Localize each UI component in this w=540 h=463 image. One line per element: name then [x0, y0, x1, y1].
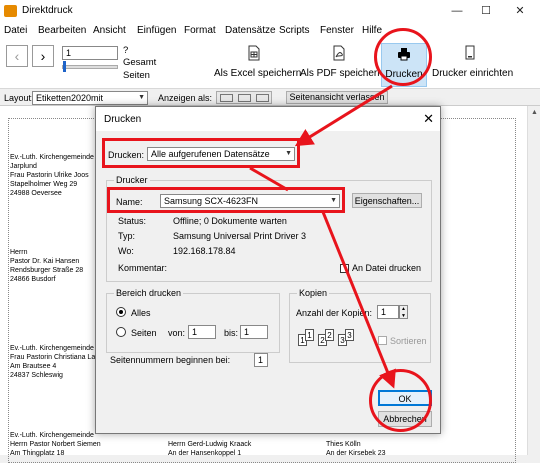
menu-hilfe[interactable]: Hilfe	[362, 25, 382, 36]
collate-label: Sortieren	[390, 336, 427, 346]
start-page-input[interactable]: 1	[254, 353, 268, 367]
save-pdf-button[interactable]: Als PDF speichern	[300, 43, 383, 87]
page-setup-icon	[465, 45, 475, 60]
printer-setup-label: Drucker einrichten	[432, 68, 514, 79]
app-icon	[4, 5, 17, 17]
address-label: Ev.-Luth. Kirchengemeinde Jarplund Frau …	[10, 154, 94, 197]
view-as-label: Anzeigen als:	[158, 93, 213, 103]
vertical-scrollbar[interactable]: ▲	[527, 106, 540, 455]
dialog-close-button[interactable]: ✕	[423, 111, 434, 127]
status-label: Status:	[118, 216, 147, 226]
scroll-up-icon[interactable]: ▲	[531, 109, 538, 116]
menu-datensaetze[interactable]: Datensätze	[225, 25, 276, 36]
menu-scripts[interactable]: Scripts	[279, 25, 310, 36]
layout-select-value: Etiketten2020mit	[36, 93, 104, 103]
page-slider-thumb[interactable]	[63, 61, 66, 72]
print-range-group	[106, 293, 280, 353]
from-page-input[interactable]: 1	[188, 325, 216, 339]
print-range-label: Bereich drucken	[114, 288, 184, 298]
annotation-circle-ok	[369, 369, 432, 432]
menu-format[interactable]: Format	[184, 25, 216, 36]
previous-page-button[interactable]: ‹	[6, 45, 28, 67]
menu-datei[interactable]: Datei	[4, 25, 27, 36]
where-label: Wo:	[118, 246, 134, 256]
save-excel-button[interactable]: Als Excel speichern	[214, 43, 302, 87]
close-window-button[interactable]: ✕	[508, 3, 532, 19]
copies-input[interactable]: 1	[377, 305, 399, 319]
excel-file-icon	[248, 45, 260, 61]
collate-checkbox[interactable]	[378, 336, 387, 345]
to-page-input[interactable]: 1	[240, 325, 268, 339]
properties-button[interactable]: Eigenschaften...	[352, 193, 422, 208]
radio-all-label: Alles	[131, 308, 151, 318]
dialog-title-bar: Drucken ✕	[96, 107, 440, 131]
printer-group-label: Drucker	[114, 175, 150, 185]
radio-pages[interactable]	[116, 327, 126, 337]
window-title: Direktdruck	[22, 5, 73, 16]
pdf-file-icon	[333, 45, 345, 61]
copies-group	[289, 293, 431, 363]
layout-select[interactable]: Etiketten2020mit ▼	[32, 91, 148, 105]
menu-bar: Datei Bearbeiten Ansicht Einfügen Format…	[0, 22, 540, 39]
view-mode-buttons[interactable]	[216, 91, 272, 104]
table-view-icon[interactable]	[256, 94, 269, 102]
collate-page-icon: 1	[305, 329, 314, 341]
annotation-box-records	[102, 138, 300, 168]
save-excel-label: Als Excel speichern	[214, 68, 302, 79]
status-value: Offline; 0 Dokumente warten	[173, 216, 287, 226]
list-view-icon[interactable]	[238, 94, 251, 102]
copies-group-label: Kopien	[297, 288, 330, 298]
form-view-icon[interactable]	[220, 94, 233, 102]
total-unknown: ?	[123, 45, 129, 56]
where-value: 192.168.178.84	[173, 246, 236, 256]
menu-ansicht[interactable]: Ansicht	[93, 25, 126, 36]
address-label: Herrn Pastor Dr. Kai Hansen Rendsburger …	[10, 249, 84, 283]
address-label: Ev.-Luth. Kirchengemeinde Frau Pastorin …	[10, 345, 96, 379]
menu-fenster[interactable]: Fenster	[320, 25, 354, 36]
comment-label: Kommentar:	[118, 263, 168, 273]
print-to-file-label: An Datei drucken	[352, 263, 422, 273]
radio-pages-label: Seiten	[131, 328, 157, 338]
minimize-button[interactable]: —	[445, 3, 469, 19]
title-bar: Direktdruck — ☐ ✕	[0, 0, 540, 22]
from-label: von:	[168, 328, 186, 338]
layout-bar: Layout: Etiketten2020mit ▼ Anzeigen als:…	[0, 89, 540, 106]
copies-label: Anzahl der Kopien:	[296, 308, 373, 318]
printer-setup-button[interactable]: Drucker einrichten	[432, 43, 514, 87]
chevron-right-icon: ›	[40, 48, 46, 64]
exit-preview-button[interactable]: Seitenansicht verlassen	[286, 91, 388, 104]
type-label: Typ:	[118, 231, 136, 241]
menu-einfuegen[interactable]: Einfügen	[137, 25, 176, 36]
to-label: bis:	[224, 328, 239, 338]
total-label: Gesamt	[123, 57, 157, 68]
address-label: Herrn Gerd-Ludwig Kraack An der Hansenko…	[168, 441, 252, 457]
maximize-button[interactable]: ☐	[474, 3, 498, 19]
copies-spinner[interactable]: ▲ ▼	[399, 305, 408, 319]
menu-bearbeiten[interactable]: Bearbeiten	[38, 25, 86, 36]
pages-label: Seiten	[123, 70, 150, 81]
address-label: Ev.-Luth. Kirchengemeinde Herrn Pastor N…	[10, 432, 101, 457]
dialog-title: Drucken	[104, 114, 142, 125]
layout-label: Layout:	[4, 93, 34, 103]
chevron-left-icon: ‹	[14, 48, 20, 64]
type-value: Samsung Universal Print Driver 3	[173, 231, 307, 241]
next-page-button[interactable]: ›	[32, 45, 54, 67]
toolbar: ‹ › ? Gesamt Seiten Als Excel speichern …	[0, 39, 540, 89]
page-number-input[interactable]	[62, 46, 118, 60]
collate-page-icon: 2	[325, 329, 334, 341]
print-to-file-checkbox[interactable]	[340, 264, 349, 273]
annotation-circle-print	[374, 28, 432, 86]
annotation-box-printer	[107, 187, 345, 213]
chevron-down-icon: ▼	[138, 94, 145, 101]
collate-page-icon: 3	[345, 329, 354, 341]
start-page-label: Seitennummern beginnen bei:	[110, 355, 231, 365]
page-slider[interactable]	[62, 65, 118, 69]
address-label: Thies Kölln An der Kirsebek 23	[326, 441, 386, 457]
radio-all[interactable]	[116, 307, 126, 317]
save-pdf-label: Als PDF speichern	[300, 68, 383, 79]
